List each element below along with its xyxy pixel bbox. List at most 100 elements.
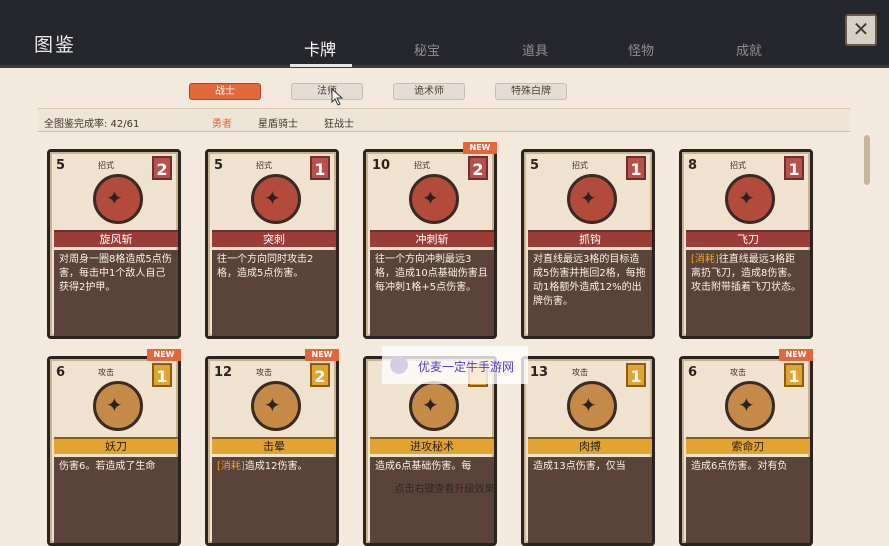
card-art-icon: ✦ <box>251 174 301 224</box>
card-name: 冲刺斩 <box>370 230 494 247</box>
card-description-text: 往一个方向同时攻击2格，造成5点伤害。 <box>217 254 314 279</box>
card-level-badge: 1 <box>626 156 646 180</box>
page-title: 图鉴 <box>34 34 77 56</box>
card-cost: 5 <box>56 158 66 173</box>
card-description: 伤害6。若造成了生命 <box>54 457 178 543</box>
watermark: 优麦一定牛手游网 <box>382 346 528 384</box>
card-description-text: 造成13点伤害，仅当 <box>533 461 626 472</box>
class-tab-special[interactable]: 特殊白牌 <box>495 83 567 100</box>
card-face: 13 攻击 1 ✦ 肉搏 造成13点伤害，仅当 <box>524 359 652 543</box>
card-cost: 8 <box>688 158 698 173</box>
tab-monsters[interactable]: 怪物 <box>628 40 654 59</box>
card[interactable]: 6 攻击 1 ✦ 索命刃 造成6点伤害。对有负 NEW <box>679 349 813 546</box>
top-bar: 图鉴 卡牌 秘宝 道具 怪物 成就 ✕ <box>0 0 889 68</box>
watermark-logo-icon <box>390 356 408 374</box>
card-level-badge: 1 <box>784 363 804 387</box>
card-description: 对周身一圈8格造成5点伤害，每击中1个敌人自己获得2护甲。 <box>54 250 178 336</box>
card-art-icon: ✦ <box>725 381 775 431</box>
scrollbar-thumb[interactable] <box>864 135 870 185</box>
card-face: 5 招式 1 ✦ 抓钩 对直线最远3格的目标造成5伤害并拖回2格，每拖动1格额外… <box>524 152 652 336</box>
card[interactable]: 8 招式 1 ✦ 飞刀 [消耗]往直线最远3格距离扔飞刀，造成8伤害。攻击附带插… <box>679 149 813 339</box>
card-name: 抓钩 <box>528 230 652 247</box>
close-button[interactable]: ✕ <box>845 14 877 46</box>
card-name: 肉搏 <box>528 437 652 454</box>
watermark-text: 优麦一定牛手游网 <box>418 360 515 374</box>
card-type: 攻击 <box>98 368 114 377</box>
card-cost: 13 <box>530 365 549 380</box>
tab-bar: 卡牌 秘宝 道具 怪物 成就 <box>270 34 810 64</box>
card-art-icon: ✦ <box>409 174 459 224</box>
tab-cards[interactable]: 卡牌 <box>304 36 336 60</box>
card-name: 索命刃 <box>686 437 810 454</box>
card-art-icon: ✦ <box>725 174 775 224</box>
card-type: 招式 <box>730 161 746 170</box>
card-description: 造成6点基础伤害。每 <box>370 457 494 543</box>
footer-hint: 点击右键查看升级效果 <box>394 484 495 495</box>
card-description-text: 造成12伤害。 <box>244 461 308 472</box>
card-description: 造成13点伤害，仅当 <box>528 457 652 543</box>
card-keyword: [消耗] <box>217 461 245 472</box>
card-description-text: 对周身一圈8格造成5点伤害，每击中1个敌人自己获得2护甲。 <box>59 254 172 293</box>
card-description: 对直线最远3格的目标造成5伤害并拖回2格，每拖动1格额外造成12%的出牌伤害。 <box>528 250 652 336</box>
class-tab-trickster[interactable]: 诡术师 <box>393 83 465 100</box>
card-level-badge: 1 <box>310 156 330 180</box>
tab-achievements[interactable]: 成就 <box>736 40 762 59</box>
card-description-text: 造成6点伤害。对有负 <box>691 461 788 472</box>
card-type: 招式 <box>98 161 114 170</box>
card-face: 5 招式 2 ✦ 旋风斩 对周身一圈8格造成5点伤害，每击中1个敌人自己获得2护… <box>50 152 178 336</box>
card-name: 进攻秘术 <box>370 437 494 454</box>
card[interactable]: 13 攻击 1 ✦ 肉搏 造成13点伤害，仅当 <box>521 356 655 546</box>
card-face: 6 攻击 1 ✦ 索命刃 造成6点伤害。对有负 <box>682 359 810 543</box>
card-keyword: [消耗] <box>691 254 719 265</box>
card-name: 飞刀 <box>686 230 810 247</box>
card-description: [消耗]造成12伤害。 <box>212 457 336 543</box>
card-type: 招式 <box>572 161 588 170</box>
card-face: 10 招式 2 ✦ 冲刺斩 往一个方向冲刺最远3格，造成10点基础伤害且每冲刺1… <box>366 152 494 336</box>
class-tab-warrior[interactable]: 战士 <box>189 83 261 100</box>
new-badge: NEW <box>779 349 813 361</box>
card[interactable]: ✦ 进攻秘术 造成6点基础伤害。每 <box>363 356 497 546</box>
new-badge: NEW <box>463 142 497 154</box>
new-badge: NEW <box>147 349 181 361</box>
card-art-icon: ✦ <box>93 381 143 431</box>
class-filter-bar: 战士 法师 诡术师 特殊白牌 <box>0 80 889 104</box>
card-cost: 5 <box>214 158 224 173</box>
card-type: 攻击 <box>730 368 746 377</box>
card[interactable]: 10 招式 2 ✦ 冲刺斩 往一个方向冲刺最远3格，造成10点基础伤害且每冲刺1… <box>363 142 497 339</box>
tab-relics[interactable]: 秘宝 <box>414 40 440 59</box>
card-description: 往一个方向冲刺最远3格，造成10点基础伤害且每冲刺1格+5点伤害。 <box>370 250 494 336</box>
subclass-hero[interactable]: 勇者 <box>212 115 232 130</box>
card-name: 击晕 <box>212 437 336 454</box>
active-tab-indicator <box>290 64 352 67</box>
mouse-cursor-icon <box>331 88 344 106</box>
subclass-star-shield-knight[interactable]: 星盾骑士 <box>258 115 298 130</box>
card-description-text: 往一个方向冲刺最远3格，造成10点基础伤害且每冲刺1格+5点伤害。 <box>375 254 488 293</box>
card-name: 妖刀 <box>54 437 178 454</box>
card-description: [消耗]往直线最远3格距离扔飞刀，造成8伤害。攻击附带插着飞刀状态。 <box>686 250 810 336</box>
card-name: 突刺 <box>212 230 336 247</box>
card-description: 造成6点伤害。对有负 <box>686 457 810 543</box>
card-type: 招式 <box>256 161 272 170</box>
card[interactable]: 12 攻击 2 ✦ 击晕 [消耗]造成12伤害。 NEW <box>205 349 339 546</box>
card[interactable]: 6 攻击 1 ✦ 妖刀 伤害6。若造成了生命 NEW <box>47 349 181 546</box>
tab-items[interactable]: 道具 <box>522 40 548 59</box>
card-face: 5 招式 1 ✦ 突刺 往一个方向同时攻击2格，造成5点伤害。 <box>208 152 336 336</box>
card-name: 旋风斩 <box>54 230 178 247</box>
card-cost: 12 <box>214 365 233 380</box>
subclass-berserker[interactable]: 狂战士 <box>324 115 354 130</box>
card-art-icon: ✦ <box>251 381 301 431</box>
card-description-text: 伤害6。若造成了生命 <box>59 461 156 472</box>
class-tab-mage[interactable]: 法师 <box>291 83 363 100</box>
card-art-icon: ✦ <box>567 174 617 224</box>
card-level-badge: 1 <box>626 363 646 387</box>
card-description-text: 对直线最远3格的目标造成5伤害并拖回2格，每拖动1格额外造成12%的出牌伤害。 <box>533 254 646 307</box>
card-face: ✦ 进攻秘术 造成6点基础伤害。每 <box>366 359 494 543</box>
card-cost: 6 <box>688 365 698 380</box>
card-cost: 6 <box>56 365 66 380</box>
card[interactable]: 5 招式 2 ✦ 旋风斩 对周身一圈8格造成5点伤害，每击中1个敌人自己获得2护… <box>47 149 181 339</box>
card[interactable]: 5 招式 1 ✦ 抓钩 对直线最远3格的目标造成5伤害并拖回2格，每拖动1格额外… <box>521 149 655 339</box>
card[interactable]: 5 招式 1 ✦ 突刺 往一个方向同时攻击2格，造成5点伤害。 <box>205 149 339 339</box>
card-level-badge: 2 <box>468 156 488 180</box>
card-type: 攻击 <box>572 368 588 377</box>
card-art-icon: ✦ <box>93 174 143 224</box>
